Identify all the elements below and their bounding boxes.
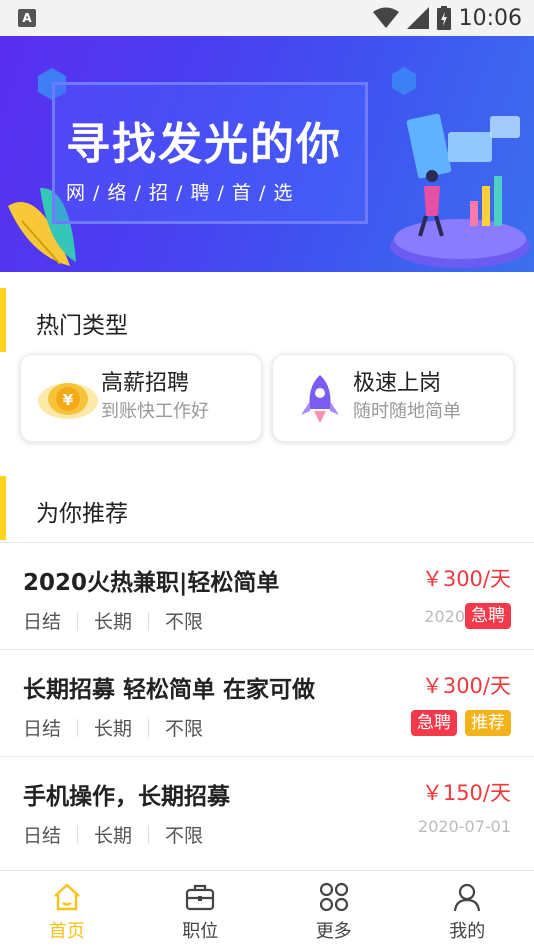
section-accent-bar xyxy=(0,288,6,352)
job-tags: 日结 长期 不限 xyxy=(23,607,203,634)
urgent-badge: 急聘 xyxy=(411,710,457,736)
signal-icon xyxy=(406,7,429,29)
section-title: 热门类型 xyxy=(36,313,128,339)
coin-yuan-icon: ¥ xyxy=(38,383,98,419)
section-title: 为你推荐 xyxy=(36,501,128,527)
user-icon xyxy=(454,883,481,912)
job-tag: 不限 xyxy=(165,825,204,847)
job-meta: 2020-07-01 xyxy=(418,817,511,836)
nav-jobs[interactable]: 职位 xyxy=(134,871,268,950)
svg-text:¥: ¥ xyxy=(63,391,74,409)
nav-label: 我的 xyxy=(449,921,486,942)
recommend-header: 为你推荐 xyxy=(0,476,534,540)
home-icon xyxy=(53,883,80,911)
tag-divider xyxy=(148,825,150,844)
job-date: 2020-07-01 xyxy=(418,817,511,836)
promo-banner[interactable]: 寻找发光的你 网 / 络 / 招 / 聘 / 首 / 选 xyxy=(0,36,534,272)
section-accent-bar xyxy=(0,476,6,540)
job-tag: 长期 xyxy=(94,718,133,740)
banner-title: 寻找发光的你 xyxy=(66,119,342,170)
recommend-badge: 推荐 xyxy=(465,710,511,736)
grid-more-icon xyxy=(319,882,348,912)
nav-more[interactable]: 更多 xyxy=(267,871,401,950)
tag-divider xyxy=(148,611,150,630)
card-subtitle: 到账快工作好 xyxy=(101,401,209,422)
job-salary: ￥300/天 xyxy=(421,674,511,698)
job-salary: ￥300/天 xyxy=(421,567,511,591)
nav-label: 首页 xyxy=(48,921,85,942)
job-salary: ￥150/天 xyxy=(421,781,511,805)
job-list-item[interactable]: 手机操作，长期招募 ￥150/天 日结 长期 不限 2020-07-01 xyxy=(0,756,534,863)
tag-divider xyxy=(148,718,150,737)
job-list-item[interactable]: 长期招募 轻松简单 在家可做 ￥300/天 日结 长期 不限 急聘 推荐 xyxy=(0,649,534,756)
card-title: 极速上岗 xyxy=(353,371,442,396)
nav-label: 职位 xyxy=(182,921,219,942)
job-title: 长期招募 轻松简单 在家可做 xyxy=(23,677,316,703)
nav-label: 更多 xyxy=(315,921,352,942)
banner-subtitle: 网 / 络 / 招 / 聘 / 首 / 选 xyxy=(66,182,294,204)
card-subtitle: 随时随地简单 xyxy=(353,401,461,422)
job-meta: 2020 急聘 xyxy=(424,603,511,629)
nav-profile[interactable]: 我的 xyxy=(401,871,534,950)
tag-divider xyxy=(77,718,79,737)
status-time: 10:06 xyxy=(458,5,522,31)
job-tags: 日结 长期 不限 xyxy=(23,821,203,848)
bottom-nav: 首页 职位 更多 我的 xyxy=(0,870,534,950)
job-list-item[interactable]: 2020火热兼职|轻松简单 ￥300/天 日结 长期 不限 2020 急聘 xyxy=(0,542,534,649)
job-tag: 不限 xyxy=(165,718,204,740)
job-meta: 急聘 推荐 xyxy=(411,710,511,736)
category-card-high-salary[interactable]: ¥ 高薪招聘 到账快工作好 xyxy=(20,354,262,442)
job-tag: 日结 xyxy=(23,718,62,740)
status-bar: A 10:06 xyxy=(0,0,534,36)
job-tag: 不限 xyxy=(165,611,204,633)
status-indicators: 10:06 xyxy=(372,5,522,31)
wifi-icon xyxy=(372,7,399,28)
card-title: 高薪招聘 xyxy=(101,371,190,396)
tag-divider xyxy=(77,825,79,844)
urgent-badge: 急聘 xyxy=(465,603,511,629)
job-tag: 日结 xyxy=(23,825,62,847)
job-title: 手机操作，长期招募 xyxy=(23,784,230,810)
battery-icon xyxy=(436,6,451,30)
tag-divider xyxy=(77,611,79,630)
category-card-fast-start[interactable]: 极速上岗 随时随地简单 xyxy=(272,354,514,442)
job-tags: 日结 长期 不限 xyxy=(23,714,203,741)
hot-types-header: 热门类型 xyxy=(0,288,534,352)
job-tag: 日结 xyxy=(23,611,62,633)
nav-home[interactable]: 首页 xyxy=(0,871,134,950)
job-date: 2020 xyxy=(424,606,465,626)
briefcase-icon xyxy=(186,884,215,911)
rocket-icon xyxy=(301,375,339,423)
job-title: 2020火热兼职|轻松简单 xyxy=(23,570,280,596)
job-tag: 长期 xyxy=(94,825,133,847)
job-tag: 长期 xyxy=(94,611,133,633)
app-notification-icon: A xyxy=(18,9,36,27)
